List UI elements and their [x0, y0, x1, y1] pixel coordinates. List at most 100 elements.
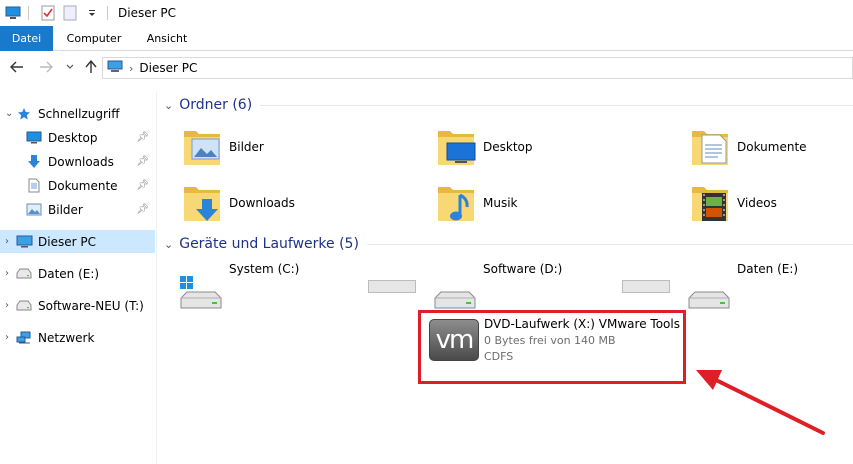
- folder-bilder[interactable]: Bilder: [160, 122, 410, 172]
- chevron-right-icon[interactable]: ›: [5, 332, 15, 343]
- folder-dokumente[interactable]: Dokumente: [668, 122, 853, 172]
- sidebar-item-label: Downloads: [48, 154, 114, 169]
- pictures-folder-icon: [182, 125, 222, 169]
- sidebar-item-netzwerk[interactable]: › Netzwerk: [0, 326, 155, 349]
- sidebar-item-label: Desktop: [48, 130, 98, 145]
- drive-daten-e[interactable]: Daten (E:): [668, 262, 853, 314]
- computer-icon: [15, 234, 33, 250]
- arrow-up-icon: [85, 60, 97, 73]
- chevron-down-icon[interactable]: ⌄: [5, 108, 15, 119]
- computer-icon[interactable]: [4, 4, 22, 22]
- drive-label: Software (D:): [483, 262, 563, 276]
- desktop-folder-icon: [436, 125, 476, 169]
- folder-label: Videos: [737, 196, 777, 210]
- sidebar-item-label: Software-NEU (T:): [38, 298, 144, 313]
- drive-free-space: 0 Bytes frei von 140 MB: [484, 334, 616, 347]
- sidebar-item-software-neu-t[interactable]: › Software-NEU (T:): [0, 294, 155, 317]
- chevron-right-icon[interactable]: ›: [5, 236, 15, 247]
- drive-usage-bar: [622, 280, 670, 293]
- group-divider: [260, 104, 853, 106]
- music-folder-icon: [436, 181, 476, 225]
- drive-label: System (C:): [229, 262, 300, 276]
- group-title: Geräte und Laufwerke (5): [179, 236, 359, 252]
- properties-icon[interactable]: [39, 4, 57, 22]
- sidebar-item-label: Daten (E:): [38, 266, 100, 281]
- toolbar-divider: [107, 6, 108, 20]
- drive-icon: [15, 298, 33, 314]
- computer-icon: [107, 60, 123, 76]
- arrow-left-icon: [10, 61, 23, 73]
- drive-filesystem: CDFS: [484, 350, 514, 363]
- address-bar[interactable]: › Dieser PC: [102, 57, 853, 79]
- navigation-pane: ⌄ Schnellzugriff Desktop 📌︎ Downloads 📌︎…: [0, 92, 155, 464]
- pin-icon[interactable]: 📌︎: [136, 180, 149, 191]
- toolbar-divider: [28, 6, 29, 20]
- sidebar-item-label: Bilder: [48, 202, 83, 217]
- pictures-icon: [25, 202, 43, 218]
- folder-label: Desktop: [483, 140, 533, 154]
- chevron-down-icon: [66, 64, 74, 69]
- pin-icon[interactable]: 📌︎: [136, 204, 149, 215]
- desktop-icon: [25, 130, 43, 146]
- sidebar-item-downloads[interactable]: Downloads 📌︎: [0, 150, 155, 173]
- windows-drive-icon: [178, 276, 222, 309]
- folder-musik[interactable]: Musik: [414, 178, 664, 228]
- chevron-right-icon[interactable]: ›: [5, 300, 15, 311]
- sidebar-item-desktop[interactable]: Desktop 📌︎: [0, 126, 155, 149]
- tab-computer[interactable]: Computer: [56, 26, 132, 51]
- sidebar-item-schnellzugriff[interactable]: ⌄ Schnellzugriff: [0, 102, 155, 125]
- forward-button[interactable]: [37, 58, 55, 76]
- pin-icon[interactable]: 📌︎: [136, 156, 149, 167]
- folder-downloads[interactable]: Downloads: [160, 178, 410, 228]
- videos-folder-icon: [690, 181, 730, 225]
- document-icon: [25, 178, 43, 194]
- breadcrumb[interactable]: Dieser PC: [139, 61, 197, 75]
- pin-icon[interactable]: 📌︎: [136, 132, 149, 143]
- group-title: Ordner (6): [179, 97, 253, 113]
- folder-videos[interactable]: Videos: [668, 178, 853, 228]
- sidebar-item-daten-e[interactable]: › Daten (E:): [0, 262, 155, 285]
- drive-label: Daten (E:): [737, 262, 799, 276]
- back-button[interactable]: [8, 58, 26, 76]
- window-title: Dieser PC: [118, 6, 176, 20]
- chevron-right-icon[interactable]: ›: [5, 268, 15, 279]
- sidebar-item-dieser-pc[interactable]: › Dieser PC: [0, 230, 155, 253]
- network-icon: [15, 330, 33, 346]
- drive-icon: [15, 266, 33, 282]
- breadcrumb-separator-icon[interactable]: ›: [129, 62, 133, 75]
- tab-ansicht[interactable]: Ansicht: [136, 26, 198, 51]
- arrow-right-icon: [40, 61, 53, 73]
- tab-datei[interactable]: Datei: [0, 26, 53, 51]
- drive-dvd-x[interactable]: vm DVD-Laufwerk (X:) VMware Tools 0 Byte…: [418, 310, 686, 384]
- drive-label: DVD-Laufwerk (X:) VMware Tools: [484, 317, 680, 331]
- up-button[interactable]: [82, 58, 100, 76]
- drive-software-d[interactable]: Software (D:): [414, 262, 670, 314]
- sidebar-item-label: Netzwerk: [38, 330, 95, 345]
- pane-divider[interactable]: [156, 92, 157, 464]
- customize-toolbar-icon[interactable]: [83, 4, 101, 22]
- chevron-down-icon[interactable]: ⌄: [164, 99, 173, 112]
- drive-icon: [686, 276, 730, 309]
- download-icon: [25, 154, 43, 170]
- sidebar-item-label: Dieser PC: [38, 234, 96, 249]
- title-bar: Dieser PC: [0, 0, 853, 26]
- recent-locations-button[interactable]: [61, 58, 79, 76]
- vmware-logo-icon: vm: [429, 319, 479, 361]
- folder-desktop[interactable]: Desktop: [414, 122, 664, 172]
- group-header-drives[interactable]: ⌄ Geräte und Laufwerke (5): [160, 233, 853, 255]
- sidebar-item-dokumente[interactable]: Dokumente 📌︎: [0, 174, 155, 197]
- sidebar-item-bilder[interactable]: Bilder 📌︎: [0, 198, 155, 221]
- folder-label: Dokumente: [737, 140, 807, 154]
- drive-system-c[interactable]: System (C:): [160, 262, 416, 314]
- folder-label: Bilder: [229, 140, 264, 154]
- navigation-bar: › Dieser PC: [0, 52, 853, 84]
- drive-usage-bar: [368, 280, 416, 293]
- sidebar-item-label: Schnellzugriff: [38, 106, 120, 121]
- chevron-down-icon[interactable]: ⌄: [164, 238, 173, 251]
- folder-label: Musik: [483, 196, 518, 210]
- group-header-folders[interactable]: ⌄ Ordner (6): [160, 94, 853, 116]
- star-icon: [15, 106, 33, 122]
- folder-label: Downloads: [229, 196, 295, 210]
- new-folder-icon[interactable]: [61, 4, 79, 22]
- downloads-folder-icon: [182, 181, 222, 225]
